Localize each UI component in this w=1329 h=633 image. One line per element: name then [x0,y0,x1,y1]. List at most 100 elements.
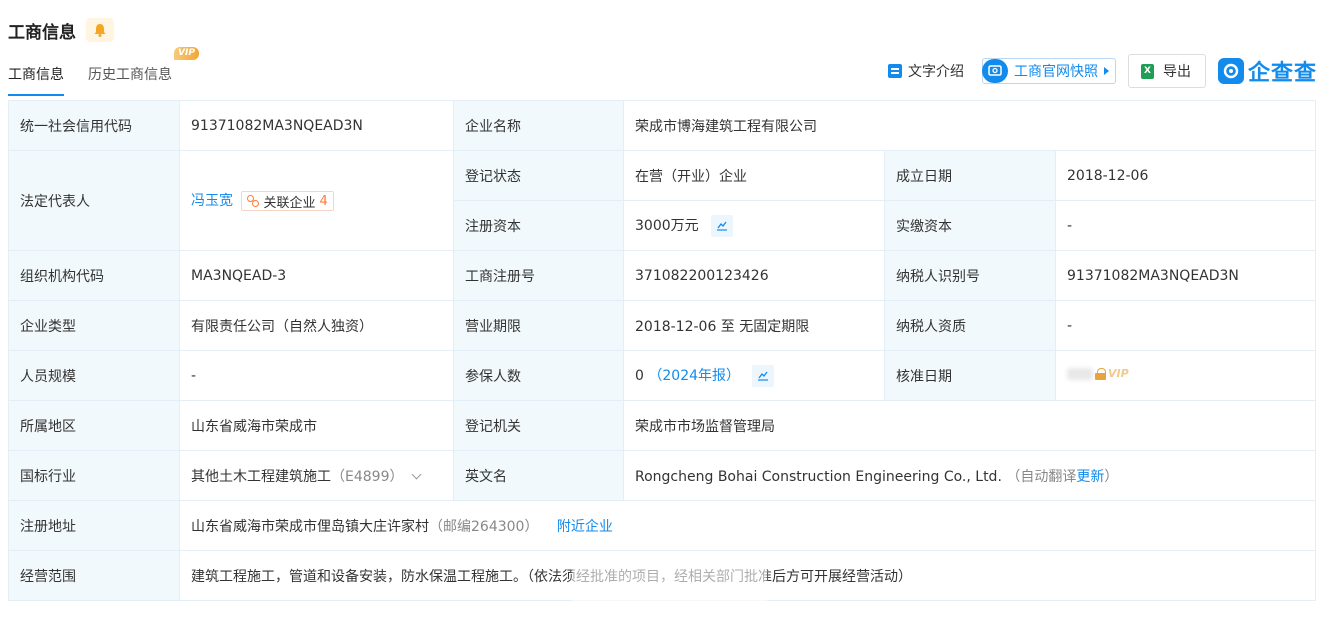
field-label: 营业期限 [453,300,624,351]
excel-icon: X [1140,63,1154,79]
snapshot-label: 工商官网快照 [1013,64,1098,80]
export-label: 导出 [1162,64,1191,80]
annual-report-link[interactable]: （2024年报） [648,368,740,384]
brand-name: 企查查 [1247,61,1317,86]
auto-translate-close: ） [1104,468,1119,485]
industry-value: 其他土木工程建筑施工 [191,468,331,485]
taxpayer-qual-value: - [1054,300,1317,351]
vip-badge: VIP [174,47,199,60]
approve-date-cell[interactable]: VIP [1054,350,1317,401]
field-label: 登记状态 [453,150,624,201]
address-value: 山东省威海市荣成市俚岛镇大庄许家村 [191,518,429,535]
toolbar: 文字介绍 工商官网快照 X 导出 企查查 [887,54,1317,88]
industry-code: （E4899） [331,468,404,485]
scope-value: 建筑工程施工，管道和设备安装，防水保温工程施工。（依法须经批准的项目，经相关部门… [178,550,1317,601]
industry-cell[interactable]: 其他土木工程建筑施工（E4899） [179,450,454,501]
org-code-value: MA3NQEAD-3 [179,250,454,301]
staff-size-value: - [179,350,454,401]
taxpayer-id-value: 91371082MA3NQEAD3N [1054,250,1317,301]
field-label: 成立日期 [884,150,1056,201]
bell-icon[interactable] [86,18,114,42]
snapshot-icon [981,59,1008,83]
official-snapshot-button[interactable]: 工商官网快照 [981,58,1116,84]
field-label: 经营范围 [8,550,180,601]
lock-icon [1095,367,1106,380]
english-name-value: Rongcheng Bohai Construction Engineering… [635,468,1002,485]
reg-capital-cell: 3000万元 [623,200,885,251]
tab-history-business-info[interactable]: 历史工商信息 VIP [88,47,199,96]
tab-business-info[interactable]: 工商信息 [8,56,64,96]
company-name-value: 荣成市博海建筑工程有限公司 [622,100,1317,151]
field-label: 统一社会信用代码 [8,100,180,151]
field-label: 纳税人识别号 [884,250,1056,301]
field-label: 英文名 [453,450,624,501]
reg-status-value: 在营（开业）企业 [623,150,885,201]
auto-translate-note: （自动翻译 [1006,468,1077,485]
table-row: 组织机构代码 MA3NQEAD-3 工商注册号 371082200123426 … [8,250,1317,301]
field-label: 实缴资本 [884,200,1056,251]
chevron-down-icon[interactable] [412,469,422,479]
legal-rep-cell: 冯玉宽 关联企业 4 [179,150,454,251]
field-label: 参保人数 [453,350,624,401]
section-title: 工商信息 [8,22,76,43]
english-name-cell: Rongcheng Bohai Construction Engineering… [622,450,1317,501]
reg-capital-value: 3000万元 [635,217,699,234]
insured-value: 0 [635,367,644,384]
region-value: 山东省威海市荣成市 [179,400,454,451]
term-value: 2018-12-06 至 无固定期限 [623,300,885,351]
table-row: 法定代表人 冯玉宽 关联企业 4 登记状态 在营（开业）企业 成立日期 2018… [8,150,1317,251]
credit-code-value: 91371082MA3NQEAD3N [179,100,454,151]
table-row: 所属地区 山东省威海市荣成市 登记机关 荣成市市场监督管理局 [8,400,1317,451]
tab-bar: 工商信息 历史工商信息 VIP [8,47,199,96]
table-row: 注册地址 山东省威海市荣成市俚岛镇大庄许家村（邮编264300） 附近企业 [8,500,1317,551]
table-row: 经营范围 建筑工程施工，管道和设备安装，防水保温工程施工。（依法须经批准的项目，… [8,550,1317,601]
field-label: 组织机构代码 [8,250,180,301]
field-label: 所属地区 [8,400,180,451]
legal-rep-link[interactable]: 冯玉宽 [191,193,233,209]
field-label: 登记机关 [453,400,624,451]
business-info-table: 统一社会信用代码 91371082MA3NQEAD3N 企业名称 荣成市博海建筑… [8,100,1317,601]
address-cell: 山东省威海市荣成市俚岛镇大庄许家村（邮编264300） 附近企业 [178,500,1317,551]
field-label: 企业类型 [8,300,180,351]
vip-locked-value[interactable]: VIP [1067,367,1129,380]
insured-cell: 0 （2024年报） [623,350,885,401]
related-count: 4 [319,193,328,209]
update-link[interactable]: 更新 [1076,469,1104,485]
postcode: （邮编264300） [429,518,539,535]
vip-label: VIP [1108,367,1129,381]
table-row: 人员规模 - 参保人数 0 （2024年报） 核准日期 VIP [8,350,1317,401]
section-header: 工商信息 [8,16,114,44]
authority-value: 荣成市市场监督管理局 [622,400,1317,451]
founded-value: 2018-12-06 [1054,150,1317,201]
nearby-companies-link[interactable]: 附近企业 [557,519,613,535]
field-label: 企业名称 [453,100,624,151]
document-icon [887,64,902,78]
field-label: 国标行业 [8,450,180,501]
table-row: 企业类型 有限责任公司（自然人独资） 营业期限 2018-12-06 至 无固定… [8,300,1317,351]
qcc-logo-icon [1217,58,1244,84]
field-label: 工商注册号 [453,250,624,301]
reg-no-value: 371082200123426 [623,250,885,301]
related-label: 关联企业 [263,195,316,211]
table-row: 国标行业 其他土木工程建筑施工（E4899） 英文名 Rongcheng Boh… [8,450,1317,501]
paid-capital-value: - [1054,200,1317,251]
text-intro-label: 文字介绍 [907,64,964,80]
field-label: 人员规模 [8,350,180,401]
trend-chart-icon[interactable] [711,214,734,237]
trend-chart-icon[interactable] [752,364,775,387]
table-row: 统一社会信用代码 91371082MA3NQEAD3N 企业名称 荣成市博海建筑… [8,100,1317,151]
related-companies-tag[interactable]: 关联企业 4 [241,191,334,211]
company-type-value: 有限责任公司（自然人独资） [179,300,454,351]
field-label: 纳税人资质 [884,300,1056,351]
caret-right-icon [1103,67,1109,75]
blurred-value [1067,367,1093,380]
field-label: 法定代表人 [8,150,180,251]
text-intro-button[interactable]: 文字介绍 [887,61,964,81]
export-button[interactable]: X 导出 [1127,54,1206,88]
tab-history-label: 历史工商信息 [88,67,172,83]
brand-logo: 企查查 [1217,55,1317,87]
field-label: 核准日期 [884,350,1056,401]
field-label: 注册资本 [453,200,624,251]
field-label: 注册地址 [8,500,180,551]
link-icon [247,195,260,207]
